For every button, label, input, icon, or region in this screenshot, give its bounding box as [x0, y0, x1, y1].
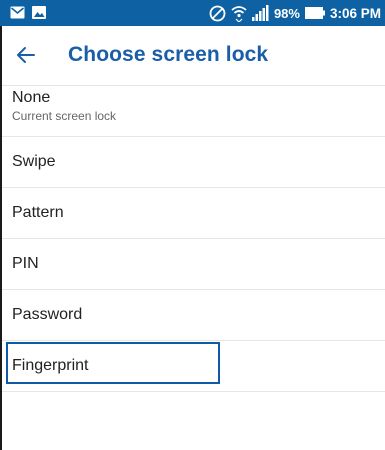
app-bar: Choose screen lock	[0, 26, 385, 86]
option-title: None	[12, 89, 51, 106]
option-title: Swipe	[12, 153, 56, 170]
option-subtitle: Current screen lock	[12, 109, 117, 123]
option-title: Fingerprint	[12, 357, 89, 374]
do-not-disturb-icon	[209, 5, 226, 22]
option-pattern[interactable]: Pattern	[0, 188, 385, 239]
option-fingerprint[interactable]: Fingerprint	[0, 341, 385, 392]
option-none[interactable]: None Current screen lock	[0, 86, 385, 137]
page-title: Choose screen lock	[68, 43, 269, 66]
status-bar: 98% 3:06 PM	[0, 0, 385, 26]
battery-icon	[304, 7, 325, 19]
option-swipe[interactable]: Swipe	[0, 137, 385, 188]
status-bar-system: 98% 3:06 PM	[209, 0, 381, 26]
option-pin[interactable]: PIN	[0, 239, 385, 290]
image-icon	[32, 6, 46, 19]
mail-icon	[10, 6, 25, 19]
option-title: Password	[12, 306, 83, 323]
option-password[interactable]: Password	[0, 290, 385, 341]
battery-percent: 98%	[273, 5, 300, 21]
arrow-left-icon[interactable]	[14, 43, 38, 72]
signal-icon	[251, 5, 269, 21]
left-edge-border	[0, 26, 2, 450]
option-title: Pattern	[12, 204, 64, 221]
screen-lock-options: None Current screen lock Swipe Pattern P…	[0, 86, 385, 392]
status-bar-notifications	[10, 6, 46, 19]
wifi-icon	[231, 4, 247, 22]
clock: 3:06 PM	[329, 5, 381, 21]
option-title: PIN	[12, 255, 39, 272]
